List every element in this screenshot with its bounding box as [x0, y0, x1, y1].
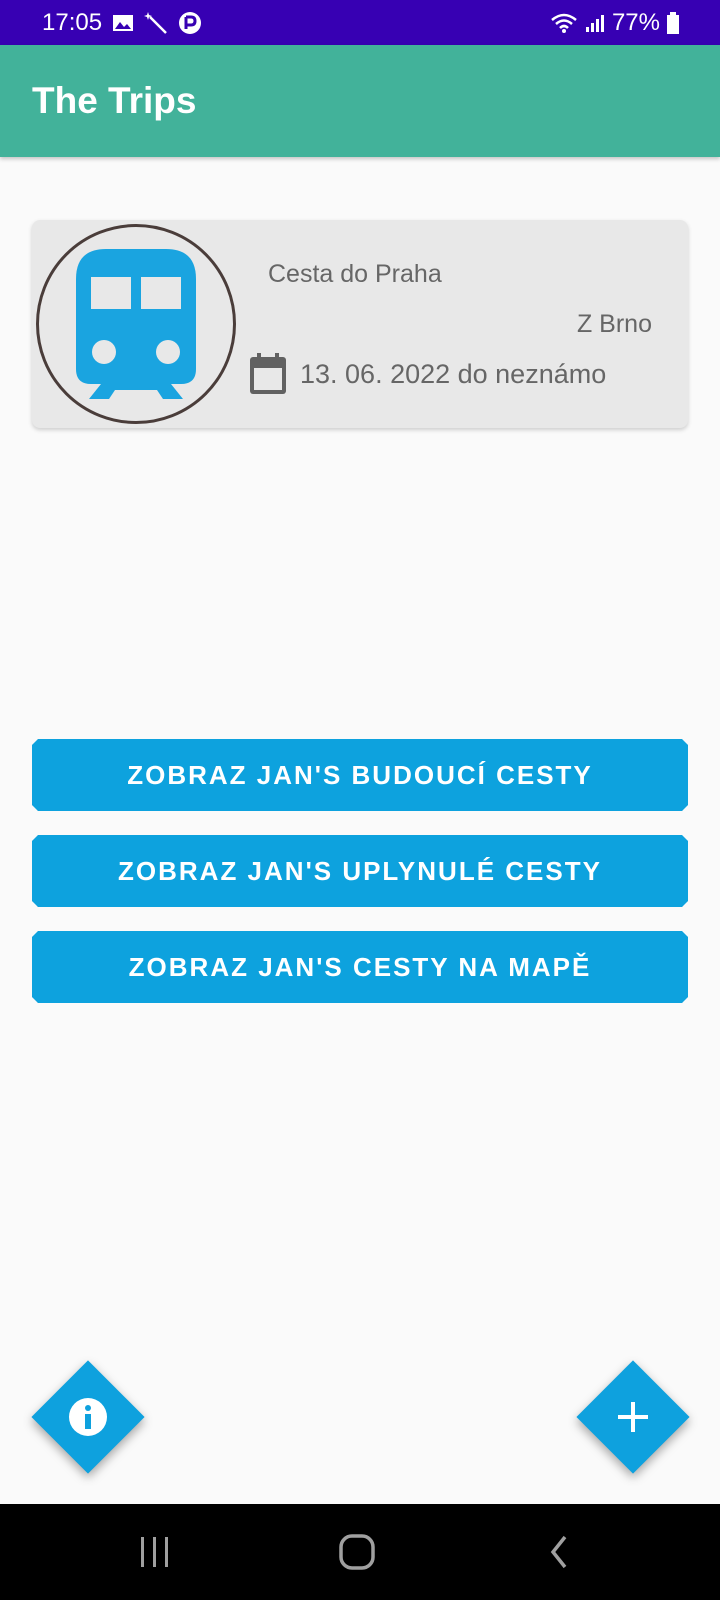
- app-r-icon: [178, 11, 202, 35]
- trip-avatar: [36, 224, 236, 424]
- screen: 17:05 77% The Trips Cesta do Praha Z Brn…: [0, 0, 720, 1600]
- past-trips-button[interactable]: ZOBRAZ JAN'S UPLYNULÉ CESTY: [32, 835, 688, 907]
- train-icon: [76, 249, 196, 399]
- trip-date: 13. 06. 2022 do neznámo: [300, 358, 607, 389]
- trip-date-row: 13. 06. 2022 do neznámo: [248, 352, 606, 396]
- status-time: 17:05: [42, 8, 103, 36]
- wifi-icon: [550, 12, 578, 34]
- status-left: 17:05: [42, 9, 202, 37]
- future-trips-button[interactable]: ZOBRAZ JAN'S BUDOUCÍ CESTY: [32, 739, 688, 811]
- back-button[interactable]: [530, 1532, 590, 1572]
- trip-title: Cesta do Praha: [268, 260, 442, 288]
- nav-bar: [0, 1504, 720, 1600]
- magic-wand-icon: [144, 11, 168, 35]
- battery-percent: 77%: [611, 8, 660, 36]
- home-icon: [339, 1534, 375, 1570]
- plus-icon-wrap: [616, 1400, 650, 1434]
- status-bar: 17:05 77%: [0, 0, 720, 45]
- info-icon-wrap: [68, 1397, 108, 1437]
- calendar-icon: [250, 353, 286, 394]
- recents-button[interactable]: [125, 1532, 185, 1572]
- info-icon: [69, 1398, 107, 1436]
- status-right: 77%: [550, 9, 680, 37]
- app-bar: The Trips: [0, 45, 720, 157]
- back-icon: [550, 1535, 567, 1569]
- image-icon: [112, 13, 134, 33]
- home-button[interactable]: [327, 1532, 387, 1572]
- plus-icon: [618, 1402, 648, 1432]
- trip-from: Z Brno: [576, 310, 652, 338]
- app-title: The Trips: [32, 80, 197, 121]
- trips-on-map-button[interactable]: ZOBRAZ JAN'S CESTY NA MAPĚ: [32, 931, 688, 1003]
- signal-icon: [584, 12, 606, 34]
- info-button[interactable]: [31, 1360, 145, 1474]
- trip-card[interactable]: Cesta do Praha Z Brno 13. 06. 2022 do ne…: [32, 220, 688, 428]
- battery-icon: [666, 11, 680, 35]
- recents-icon: [141, 1537, 168, 1567]
- add-trip-button[interactable]: [576, 1360, 690, 1474]
